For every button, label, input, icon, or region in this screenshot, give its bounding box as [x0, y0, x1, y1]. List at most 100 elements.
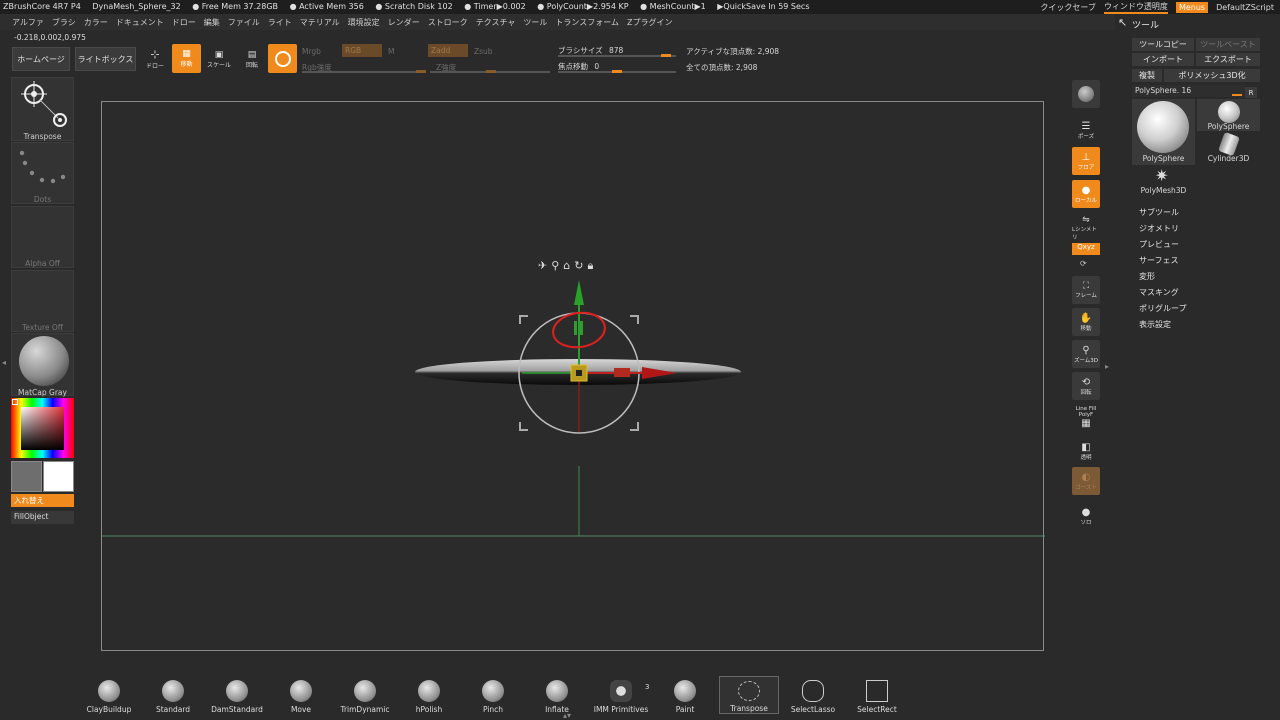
brush-claybuildup[interactable]: ClayBuildup — [79, 676, 139, 714]
section-geometry[interactable]: ジオメトリ — [1139, 223, 1179, 234]
window-transparency-slider[interactable]: ウィンドウ透明度 — [1103, 1, 1168, 14]
export-button[interactable]: エクスポート — [1196, 53, 1260, 66]
tool-palette-title[interactable]: ツール — [1132, 18, 1159, 31]
bottom-collapse-icon[interactable]: ▴▾ — [563, 711, 571, 720]
quicksave-button[interactable]: クイックセーブ — [1040, 2, 1096, 13]
menu-transform[interactable]: トランスフォーム — [555, 17, 619, 28]
brush-inflate[interactable]: Inflate — [527, 676, 587, 714]
texture-tile[interactable]: Texture Off — [11, 270, 74, 332]
pin-icon[interactable]: ✈ — [538, 259, 547, 273]
section-display-properties[interactable]: 表示設定 — [1139, 319, 1171, 330]
brush-hpolish[interactable]: hPolish — [399, 676, 459, 714]
polyframe-button[interactable]: Line Fill PolyF ▦ — [1072, 403, 1100, 431]
transpose-brush-tile[interactable]: Transpose — [11, 77, 74, 141]
menu-light[interactable]: ライト — [268, 17, 292, 28]
make-polymesh-button[interactable]: ポリメッシュ3D化 — [1164, 69, 1260, 82]
alpha-tile[interactable]: Alpha Off — [11, 206, 74, 268]
rgb-button[interactable]: RGB — [342, 44, 382, 57]
menu-document[interactable]: ドキュメント — [116, 17, 164, 28]
move-mode-button[interactable]: ▦ 移動 — [172, 44, 201, 73]
menu-zplugin[interactable]: Zプラグイン — [627, 17, 672, 28]
default-zscript-button[interactable]: DefaultZScript — [1216, 3, 1274, 12]
brush-paint[interactable]: Paint — [655, 676, 715, 714]
rgb-intensity-slider[interactable] — [302, 71, 426, 73]
xyz-button[interactable]: Qxyz — [1072, 243, 1100, 255]
lightbox-button[interactable]: ライトボックス — [75, 47, 136, 71]
scale-mode-button[interactable]: ▣ スケール — [206, 46, 232, 72]
viewport-scene[interactable] — [102, 102, 1045, 652]
location-pin-icon[interactable]: ⚲ — [551, 259, 559, 273]
saturation-value-square[interactable] — [21, 407, 64, 450]
menu-render[interactable]: レンダー — [388, 17, 420, 28]
brush-selectrect[interactable]: SelectRect — [847, 676, 907, 714]
clone-button[interactable]: 複製 — [1132, 69, 1162, 82]
tool-thumb-cylinder3d[interactable]: Cylinder3D — [1197, 131, 1260, 165]
import-button[interactable]: インポート — [1132, 53, 1194, 66]
bpr-button[interactable] — [1072, 80, 1100, 108]
draw-mode-button[interactable]: ⊹ ドロー — [143, 46, 167, 72]
z-intensity-knob[interactable] — [486, 70, 496, 73]
local-button[interactable]: ● ローカル — [1072, 180, 1100, 208]
ghost-button[interactable]: ◐ ゴースト — [1072, 467, 1100, 495]
frame-button[interactable]: ⛶ フレーム — [1072, 276, 1100, 304]
move-view-button[interactable]: ✋ 移動 — [1072, 308, 1100, 336]
material-tile[interactable]: MatCap Gray — [11, 333, 74, 397]
menu-texture[interactable]: テクスチャ — [476, 17, 516, 28]
mrgb-button[interactable]: Mrgb — [302, 47, 321, 56]
rgb-intensity-knob[interactable] — [416, 70, 426, 73]
home-icon[interactable]: ⌂ — [563, 259, 570, 273]
brush-pinch[interactable]: Pinch — [463, 676, 523, 714]
left-collapse-icon[interactable]: ◂ — [2, 358, 6, 372]
menu-alpha[interactable]: アルファ — [12, 17, 44, 28]
section-masking[interactable]: マスキング — [1139, 287, 1179, 298]
stroke-tile[interactable]: Dots — [11, 142, 74, 204]
brush-selectlasso[interactable]: SelectLasso — [783, 676, 843, 714]
rotate-axis-icon[interactable]: ⟳ — [1080, 259, 1087, 268]
tool-paste-button[interactable]: ツールペースト — [1196, 38, 1260, 51]
secondary-color-swatch[interactable] — [11, 461, 42, 492]
section-preview[interactable]: プレビュー — [1139, 239, 1179, 250]
color-picker[interactable] — [11, 398, 74, 458]
brush-move[interactable]: Move — [271, 676, 331, 714]
transparency-button[interactable]: ◧ 透明 — [1072, 437, 1100, 465]
brush-imm-primitives[interactable]: IMM Primitives — [591, 676, 651, 714]
section-polygroups[interactable]: ポリグループ — [1139, 303, 1187, 314]
floor-button[interactable]: ⊥ フロア — [1072, 147, 1100, 175]
r-button[interactable]: R — [1245, 87, 1257, 98]
tool-copy-button[interactable]: ツールコピー — [1132, 38, 1194, 51]
brush-size-knob[interactable] — [660, 54, 671, 57]
menu-stroke[interactable]: ストローク — [428, 17, 468, 28]
main-color-swatch[interactable] — [43, 461, 74, 492]
brush-standard[interactable]: Standard — [143, 676, 203, 714]
brush-transpose[interactable]: Transpose — [719, 676, 779, 714]
menu-draw[interactable]: ドロー — [172, 17, 196, 28]
menu-color[interactable]: カラー — [84, 17, 108, 28]
zoom3d-button[interactable]: ⚲ ズーム3D — [1072, 340, 1100, 368]
m-button[interactable]: M — [388, 47, 394, 56]
menu-preferences[interactable]: 環境設定 — [348, 17, 380, 28]
homepage-button[interactable]: ホームページ — [12, 47, 70, 71]
reset-icon[interactable]: ↻ — [574, 259, 583, 273]
focal-shift-knob[interactable] — [612, 70, 622, 73]
zadd-button[interactable]: Zadd — [428, 44, 468, 57]
edit-mode-button[interactable] — [268, 44, 297, 73]
section-subtool[interactable]: サブツール — [1139, 207, 1179, 218]
swap-colors-button[interactable]: 入れ替え — [11, 494, 74, 507]
menu-brush[interactable]: ブラシ — [52, 17, 76, 28]
pose-button[interactable]: ☰ ポーズ — [1072, 116, 1100, 144]
tool-thumb-polysphere-small[interactable]: PolySphere — [1197, 99, 1260, 131]
brush-damstandard[interactable]: DamStandard — [207, 676, 267, 714]
brush-trimdynamic[interactable]: TrimDynamic — [335, 676, 395, 714]
section-surface[interactable]: サーフェス — [1139, 255, 1179, 266]
document-canvas[interactable]: ✈ ⚲ ⌂ ↻ 🔒︎ — [101, 101, 1045, 652]
solo-button[interactable]: ● ソロ — [1072, 502, 1100, 530]
right-collapse-icon[interactable]: ▸ — [1105, 362, 1109, 371]
section-deformation[interactable]: 変形 — [1139, 271, 1155, 282]
tool-thumb-polymesh3d[interactable]: ✷ PolyMesh3D — [1132, 166, 1195, 196]
tool-thumb-polysphere-large[interactable]: PolySphere — [1132, 99, 1195, 165]
l-sym-button[interactable]: ⇋ Lシンメトリ — [1072, 214, 1100, 242]
rotate-mode-button[interactable]: ▤ 回転 — [239, 46, 265, 72]
lock-icon[interactable]: 🔒︎ — [587, 259, 593, 273]
rotate-view-button[interactable]: ⟲ 回転 — [1072, 372, 1100, 400]
brush-size-slider[interactable] — [558, 55, 676, 57]
